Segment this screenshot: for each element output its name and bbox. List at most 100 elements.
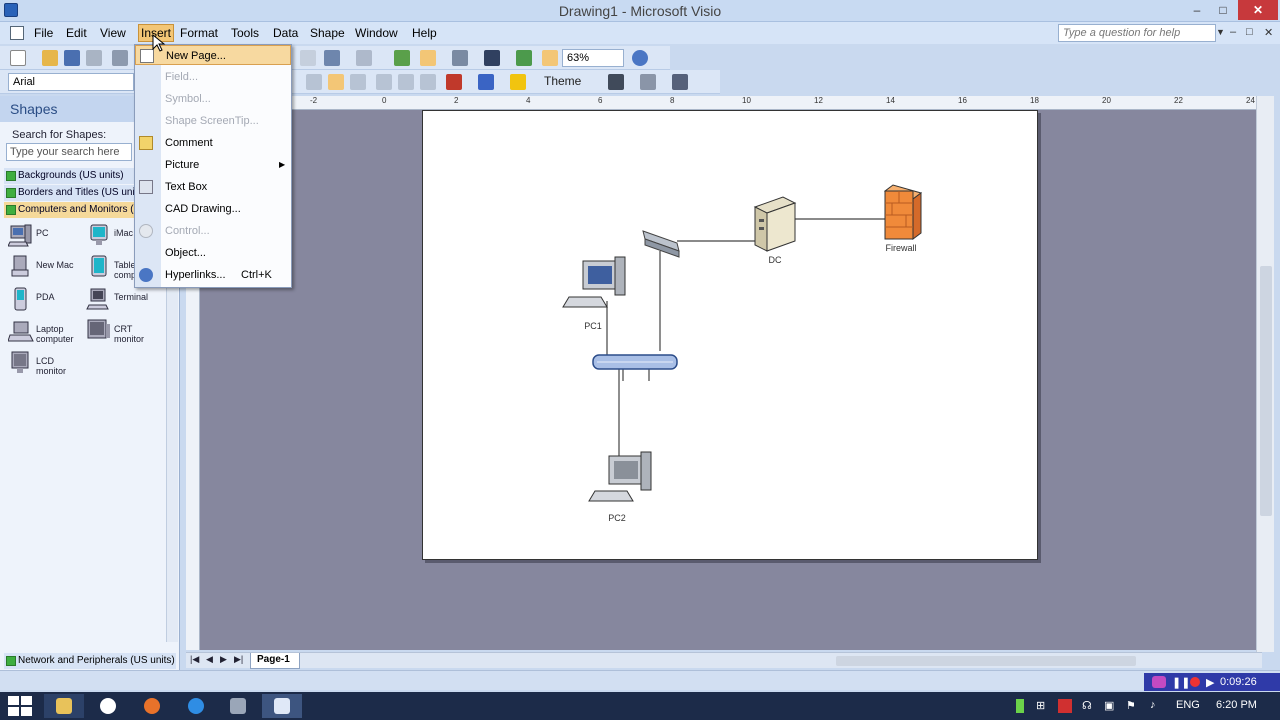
scroll-thumb[interactable] [1260,266,1272,516]
drawing-page[interactable]: PC1 PC2 DC Firewall [422,110,1038,560]
menu-edit[interactable]: Edit [66,26,87,40]
pc1-shape[interactable] [562,256,626,308]
close-button[interactable]: ✕ [1238,0,1278,20]
menu-format[interactable]: Format [180,26,218,40]
open-icon[interactable] [42,50,58,66]
vivaldi-tray-icon[interactable] [1058,699,1072,713]
menu-tools[interactable]: Tools [231,26,259,40]
next-page-icon[interactable]: ▶ [220,654,227,665]
doc-minimize-button[interactable]: – [1230,26,1236,38]
connector-tool-icon[interactable] [452,50,468,66]
help-search-input[interactable]: Type a question for help [1058,24,1216,42]
task-firefox[interactable] [132,694,172,718]
new-icon[interactable] [10,50,26,66]
align-center-icon[interactable] [328,74,344,90]
menu-item-shape-screentip[interactable]: Shape ScreenTip... [135,111,291,131]
hub-shape[interactable] [592,354,678,370]
vertical-scrollbar[interactable] [1256,96,1274,652]
minimize-button[interactable]: – [1184,0,1210,20]
last-page-icon[interactable]: ▶| [234,654,243,665]
task-file-explorer[interactable] [44,694,84,718]
firewall-shape[interactable] [883,184,923,240]
network-icon[interactable]: ⚑ [1126,699,1136,712]
maximize-button[interactable]: □ [1210,0,1236,20]
pointer-tool-icon[interactable] [420,50,436,66]
prev-page-icon[interactable]: ◀ [206,654,213,665]
switch-shape[interactable] [642,230,680,258]
decrease-indent-icon[interactable] [398,74,414,90]
document-icon[interactable] [10,26,24,40]
language-indicator[interactable]: ENG [1176,699,1200,711]
text-tool-icon[interactable] [484,50,500,66]
increase-indent-icon[interactable] [420,74,436,90]
font-color-icon[interactable] [446,74,462,90]
chevron-down-icon[interactable]: ▼ [1216,27,1225,37]
menu-item-hyperlinks[interactable]: Hyperlinks... Ctrl+K [135,265,291,285]
task-yandex[interactable] [88,694,128,718]
stencil-network-peripherals[interactable]: Network and Peripherals (US units) [4,653,176,669]
doc-restore-button[interactable]: □ [1246,26,1253,38]
undo-icon[interactable] [324,50,340,66]
pc2-shape[interactable] [588,451,652,502]
zoom-select[interactable]: 63% [562,49,624,67]
horizontal-scroll-thumb[interactable] [836,656,1136,666]
windows-start-icon[interactable] [8,696,34,716]
print-preview-icon[interactable] [112,50,128,66]
font-select[interactable]: Arial [8,73,134,91]
line-color-icon[interactable] [478,74,494,90]
shapes-window-icon[interactable] [394,50,410,66]
menu-item-symbol[interactable]: Symbol... [135,89,291,109]
menu-window[interactable]: Window [355,26,398,40]
pause-icon[interactable]: ❚❚ [1172,676,1190,689]
play-icon[interactable]: ▶ [1206,676,1214,689]
windows-tray-icon[interactable]: ⊞ [1036,699,1045,712]
help-icon[interactable] [632,50,648,66]
menu-view[interactable]: View [100,26,126,40]
task-visio[interactable] [262,694,302,718]
line-weight-icon[interactable] [608,74,624,90]
network-share-icon[interactable]: ☊ [1082,699,1092,712]
drawing-canvas[interactable]: PC1 PC2 DC Firewall [200,110,1256,650]
tab-page-1[interactable]: Page-1 [250,653,300,669]
menu-data[interactable]: Data [273,26,298,40]
menu-item-control[interactable]: Control... [135,221,291,241]
menu-item-comment[interactable]: Comment [135,133,291,153]
volume-icon[interactable]: ♪ [1150,699,1156,711]
clock[interactable]: 6:20 PM [1216,699,1257,711]
menu-shape[interactable]: Shape [310,26,345,40]
stencil-computers-monitors[interactable]: Computers and Monitors (US units) [4,202,134,218]
connection-point-icon[interactable] [516,50,532,66]
redo-icon[interactable] [356,50,372,66]
save-icon[interactable] [64,50,80,66]
record-icon[interactable] [1190,677,1200,687]
pan-zoom-icon[interactable] [542,50,558,66]
stencil-borders-titles[interactable]: Borders and Titles (US units) [4,185,134,201]
first-page-icon[interactable]: |◀ [190,654,199,665]
menu-help[interactable]: Help [412,26,437,40]
hyperlink-icon [139,268,153,282]
task-internet-explorer[interactable] [176,694,216,718]
theme-button[interactable]: Theme [544,74,581,88]
stencil-backgrounds[interactable]: Backgrounds (US units) [4,168,134,184]
line-pattern-icon[interactable] [640,74,656,90]
align-left-icon[interactable] [306,74,322,90]
task-app-window[interactable] [218,694,258,718]
search-shapes-input[interactable]: Type your search here [6,143,132,161]
print-icon[interactable] [86,50,102,66]
menu-item-picture[interactable]: Picture ▶ [135,155,291,175]
menu-item-text-box[interactable]: Text Box [135,177,291,197]
menu-item-object[interactable]: Object... [135,243,291,263]
menu-file[interactable]: File [34,26,53,40]
menu-item-cad-drawing[interactable]: CAD Drawing... [135,199,291,219]
align-right-icon[interactable] [350,74,366,90]
fill-color-icon[interactable] [510,74,526,90]
line-ends-icon[interactable] [672,74,688,90]
bullets-icon[interactable] [376,74,392,90]
screen-recorder-widget[interactable]: ❚❚ ▶ 0:09:26 [1144,673,1280,691]
battery-icon[interactable] [1016,699,1024,713]
doc-close-button[interactable]: ✕ [1264,26,1273,39]
monitor-tray-icon[interactable]: ▣ [1104,699,1114,712]
format-painter-icon[interactable] [300,50,316,66]
menu-item-field[interactable]: Field... [135,67,291,87]
dc-server-shape[interactable] [753,196,797,252]
